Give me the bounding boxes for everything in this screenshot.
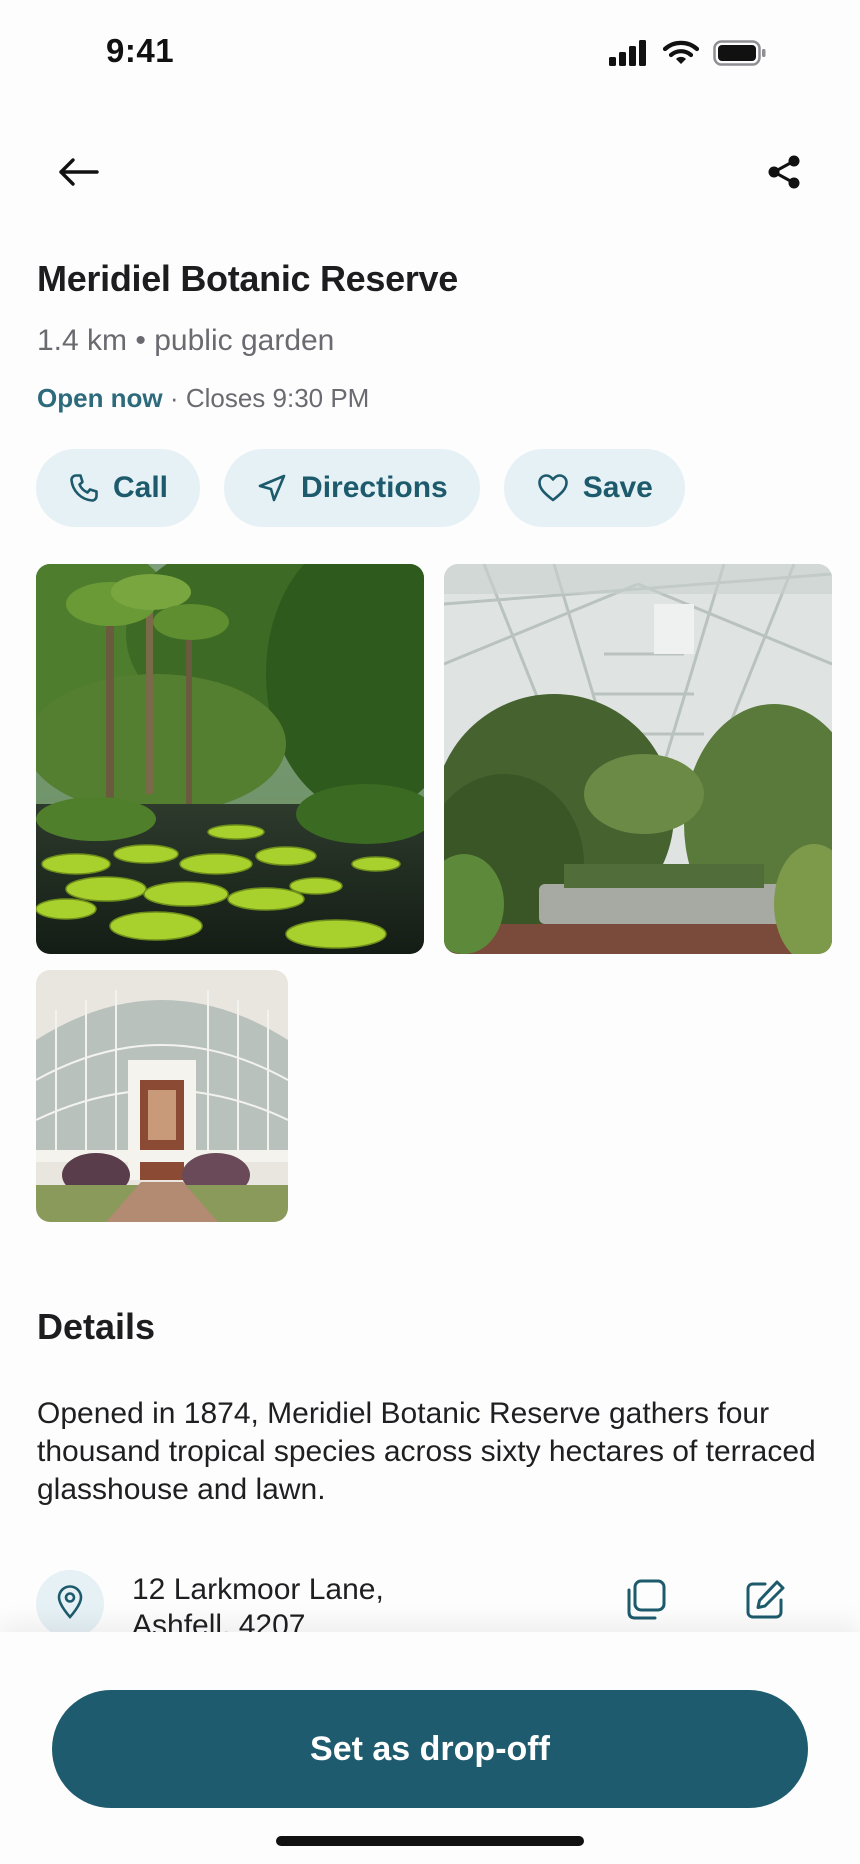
arrow-left-icon	[57, 157, 99, 192]
call-label: Call	[113, 471, 169, 504]
home-indicator[interactable]	[276, 1836, 584, 1846]
wifi-icon	[662, 40, 700, 71]
call-button[interactable]: Call	[36, 449, 201, 527]
closing-time: Closes 9:30 PM	[185, 383, 370, 413]
address-line-1: 12 Larkmoor Lane,	[132, 1573, 384, 1606]
category: public garden	[154, 324, 335, 357]
place-meta: 1.4 km • public garden	[37, 324, 334, 358]
photo-glasshouse-interior[interactable]	[444, 564, 832, 954]
place-hours: Open now · Closes 9:30 PM	[37, 383, 369, 414]
status-time: 9:41	[106, 32, 175, 69]
share-icon	[766, 154, 802, 195]
hours-separator: ·	[169, 383, 179, 413]
heart-icon	[537, 473, 569, 503]
set-dropoff-button[interactable]: Set as drop-off	[52, 1690, 808, 1808]
save-button[interactable]: Save	[503, 449, 685, 527]
cellular-signal-icon	[609, 40, 649, 71]
details-heading: Details	[37, 1306, 156, 1347]
map-pin-icon	[56, 1584, 84, 1624]
save-label: Save	[582, 471, 653, 504]
back-button[interactable]	[54, 150, 102, 198]
share-button[interactable]	[760, 150, 808, 198]
set-dropoff-label: Set as drop-off	[310, 1729, 550, 1768]
open-status: Open now	[37, 383, 163, 413]
photo-glasshouse-entrance[interactable]	[36, 970, 288, 1222]
status-bar: 9:41	[0, 0, 860, 110]
action-chips: Call Directions Save	[36, 449, 685, 527]
directions-button[interactable]: Directions	[224, 449, 480, 527]
status-icons	[609, 40, 767, 71]
copy-address-button[interactable]	[621, 1578, 669, 1626]
place-title: Meridiel Botanic Reserve	[37, 258, 458, 299]
details-description: Opened in 1874, Meridiel Botanic Reserve…	[37, 1397, 816, 1506]
phone-icon	[69, 473, 99, 503]
edit-address-button[interactable]	[741, 1578, 789, 1626]
address-row: 12 Larkmoor Lane, Ashfell, 4207	[36, 1566, 826, 1642]
directions-label: Directions	[301, 471, 448, 504]
photo-lily-pond[interactable]	[36, 564, 424, 954]
copy-icon	[623, 1578, 667, 1627]
battery-icon	[713, 40, 767, 71]
address-pin-badge	[36, 1570, 104, 1638]
edit-icon	[743, 1578, 787, 1627]
navigation-arrow-icon	[257, 473, 287, 503]
distance: 1.4 km	[37, 324, 128, 357]
meta-separator: •	[135, 324, 146, 357]
